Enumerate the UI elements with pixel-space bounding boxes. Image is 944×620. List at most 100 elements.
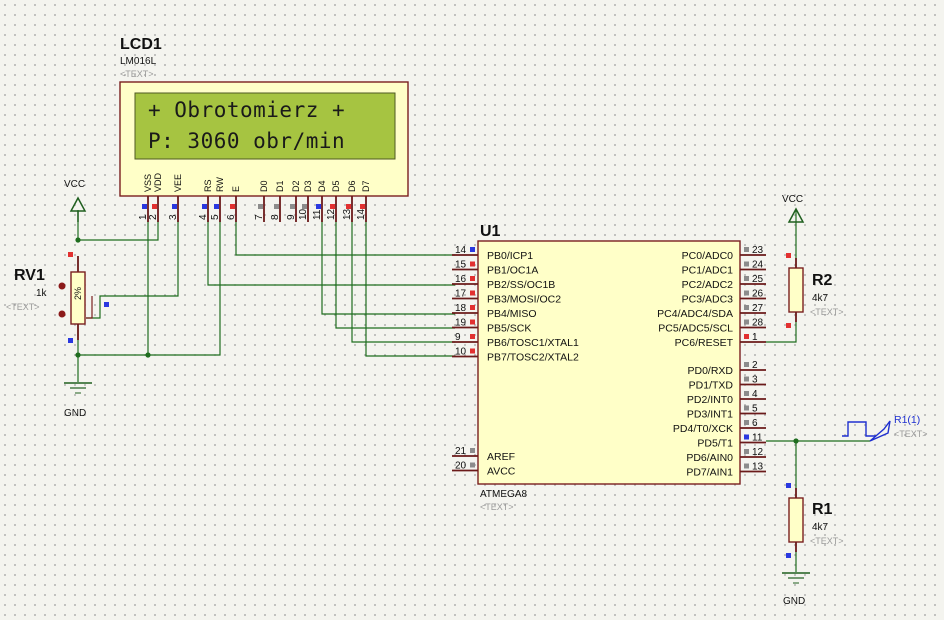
pin-marker-blue: [786, 483, 791, 488]
lcd-text-placeholder: <TEXT>: [120, 69, 154, 79]
gnd-left-label: GND: [64, 408, 86, 419]
r2-ref: R2: [812, 272, 833, 289]
pin-marker: [470, 276, 475, 281]
mcu-text-placeholder: <TEXT>: [480, 502, 514, 512]
mcu-pin-number: 2: [752, 360, 758, 371]
lcd-pin-number: 8: [270, 214, 281, 220]
schematic-canvas[interactable]: LCD1 LM016L <TEXT> + Obrotomierz + P: 30…: [0, 0, 944, 620]
pin-marker: [744, 261, 749, 267]
lcd-pin-label: RS: [203, 179, 213, 192]
mcu-pin-number: 24: [752, 260, 764, 271]
lcd-pin-label: VEE: [173, 174, 183, 192]
pin-marker: [470, 348, 475, 354]
mcu-pin-number: 17: [455, 289, 467, 300]
pin-marker: [744, 305, 749, 310]
pin-marker: [744, 319, 749, 325]
pin-marker: [346, 204, 351, 209]
pin-marker: [470, 247, 475, 252]
pin-marker: [470, 261, 475, 267]
lcd-model: LM016L: [120, 56, 157, 67]
mcu-pin-number: 27: [752, 303, 764, 314]
lcd-pin-label: D0: [259, 180, 269, 192]
pin-marker: [290, 204, 295, 209]
mcu-pin-number: 21: [455, 446, 467, 457]
mcu-pin-number: 10: [455, 347, 467, 358]
lcd-line-1: + Obrotomierz +: [148, 98, 345, 122]
lcd-pin-number: 7: [254, 214, 265, 220]
pin-marker: [152, 204, 157, 209]
junction-dot: [75, 352, 81, 358]
pin-marker: [274, 204, 279, 209]
mcu-pin-number: 11: [752, 433, 763, 444]
lcd-pin-label: VDD: [153, 172, 163, 192]
mcu-pin-label: PB6/TOSC1/XTAL1: [487, 337, 579, 349]
mcu-pin-label: PD4/T0/XCK: [673, 423, 733, 435]
lcd-pin-number: 4: [198, 214, 209, 220]
generator-text-placeholder: <TEXT>: [894, 429, 928, 439]
mcu-pin-label: PC2/ADC2: [682, 279, 734, 291]
pin-marker: [744, 391, 749, 396]
pin-marker-red: [786, 323, 791, 328]
generator-ref: R1(1): [894, 414, 920, 426]
pin-marker: [744, 247, 749, 252]
mcu-pin-label: PD2/INT0: [687, 394, 733, 406]
lcd-pin-label: E: [231, 186, 241, 192]
pin-marker: [214, 204, 219, 209]
r1-body: [788, 497, 804, 543]
r2-value: 4k7: [812, 293, 829, 304]
mcu-pin-label: AVCC: [487, 466, 516, 478]
mcu-pin-number: 13: [752, 462, 764, 473]
pin-marker: [744, 434, 749, 440]
mcu-pin-number: 16: [455, 274, 467, 285]
lcd-pin-label: D5: [331, 180, 341, 192]
mcu-pin-label: PD3/INT1: [687, 409, 733, 421]
pin-marker: [302, 204, 307, 209]
pin-marker: [470, 319, 475, 325]
lcd-pin-number: 2: [148, 214, 159, 220]
mcu-pin-label: PC5/ADC5/SCL: [658, 323, 733, 335]
vcc-left-label: VCC: [64, 179, 85, 190]
r1-value: 4k7: [812, 522, 829, 533]
mcu-pin-label: PC3/ADC3: [682, 294, 734, 306]
mcu-pin-number: 19: [455, 318, 467, 329]
pin-marker: [744, 405, 749, 411]
mcu-pin-label: AREF: [487, 451, 515, 463]
vcc-right-label: VCC: [782, 194, 803, 205]
mcu-pin-label: PD0/RXD: [687, 365, 733, 377]
lcd-pin-label: D2: [291, 180, 301, 192]
lcd-line-2: P: 3060 obr/min: [148, 129, 345, 153]
mcu-pin-label: PB5/SCK: [487, 323, 531, 335]
lcd-pin-label: VSS: [143, 174, 153, 192]
rv1-text-placeholder: <TEXT>: [6, 302, 40, 312]
pin-marker: [360, 204, 365, 209]
pin-marker: [470, 448, 475, 453]
lcd-pin-number: 3: [168, 214, 179, 220]
lcd-pin-number: 14: [356, 208, 367, 220]
mcu-pin-number: 9: [455, 332, 461, 343]
pin-marker: [744, 276, 749, 281]
pin-marker: [316, 204, 321, 209]
pin-marker: [330, 204, 335, 209]
mcu-pin-number: 4: [752, 389, 758, 400]
pin-marker-red: [786, 253, 791, 258]
lcd-pin-label: D4: [317, 180, 327, 192]
mcu-pin-number: 5: [752, 404, 758, 415]
pin-marker-red: [68, 252, 73, 257]
r2-text-placeholder: <TEXT>: [810, 307, 844, 317]
mcu-pin-label: PD1/TXD: [689, 380, 734, 392]
rv1-terminal-dot: [58, 310, 66, 318]
gnd-right-label: GND: [783, 596, 805, 607]
pin-marker-blue: [786, 553, 791, 558]
junction-dot: [75, 237, 81, 243]
pin-marker-blue: [68, 338, 73, 343]
mcu-pin-number: 14: [455, 245, 467, 256]
pin-marker: [744, 420, 749, 425]
lcd-ref: LCD1: [120, 36, 162, 53]
mcu-pin-label: PB2/SS/OC1B: [487, 279, 555, 291]
mcu-pin-number: 12: [752, 447, 764, 458]
pin-marker-blue: [104, 302, 109, 307]
pin-marker: [744, 290, 749, 296]
mcu-component[interactable]: U1 ATMEGA8 <TEXT> 14 PB0/ICP115 PB1/OC1A16…: [452, 223, 766, 512]
rv1-wiper-pct: 2%: [73, 287, 83, 300]
mcu-pin-label: PD5/T1: [697, 438, 733, 450]
